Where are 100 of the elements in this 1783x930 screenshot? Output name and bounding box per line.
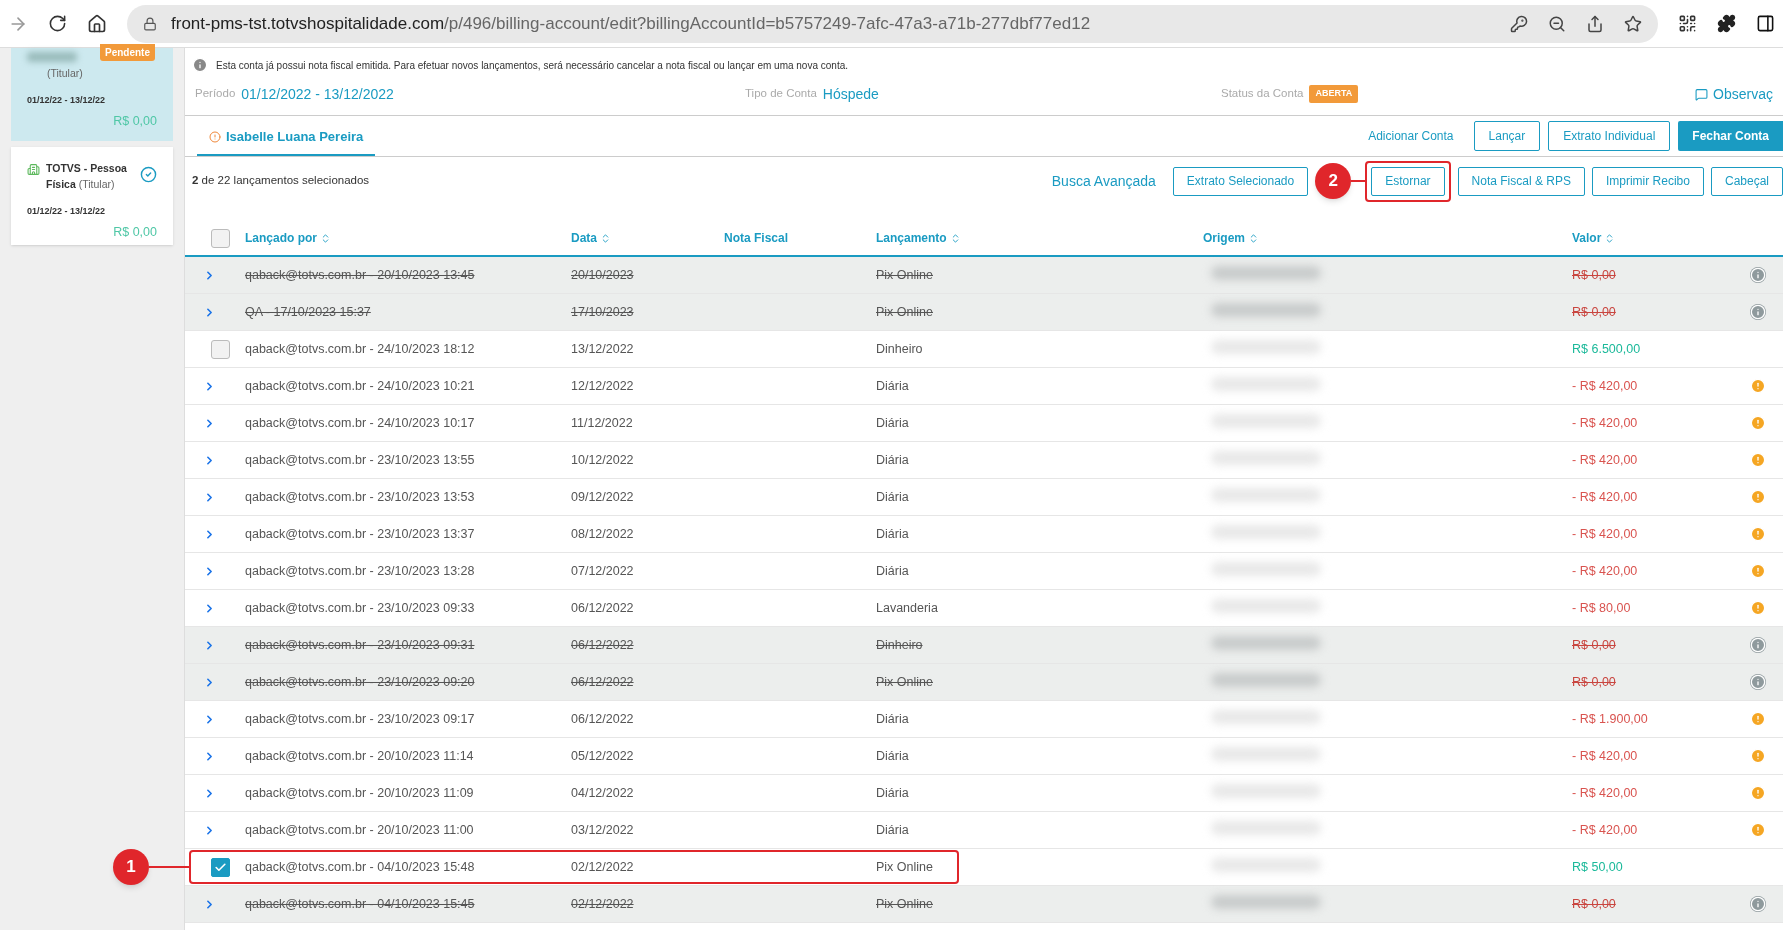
warning-icon[interactable]: [1750, 822, 1766, 838]
table-cell-text: Diária: [876, 821, 910, 839]
key-icon[interactable]: [1510, 14, 1528, 33]
table-cell-text: qaback@totvs.com.br - 23/10/2023 13:53: [245, 488, 476, 506]
column-header[interactable]: Origem: [1203, 229, 1572, 247]
table-cell-text: Pix Online: [876, 673, 934, 691]
warning-icon[interactable]: [1750, 785, 1766, 801]
table-cell-text: qaback@totvs.com.br - 24/10/2023 10:17: [245, 414, 476, 432]
warning-icon[interactable]: [1750, 563, 1766, 579]
table-cell-text: Pix Online: [876, 266, 934, 284]
column-header[interactable]: Lançamento: [876, 229, 1203, 247]
account-role: (Titular): [46, 66, 83, 81]
table-cell-text: qaback@totvs.com.br - 23/10/2023 13:28: [245, 562, 476, 580]
table-cell-text: qaback@totvs.com.br - 23/10/2023 13:37: [245, 525, 476, 543]
info-icon[interactable]: [1750, 896, 1766, 912]
close-account-button[interactable]: Fechar Conta: [1678, 121, 1783, 151]
info-icon[interactable]: [1750, 304, 1766, 320]
table-cell-text: Pix Online: [876, 303, 934, 321]
home-icon[interactable]: [87, 13, 107, 34]
star-icon[interactable]: [1624, 14, 1642, 33]
action-button[interactable]: Extrato Selecionado: [1172, 166, 1309, 196]
table-cell-text: 06/12/2022: [571, 710, 635, 728]
table-cell-text: Diária: [876, 747, 910, 765]
table-cell-text: 17/10/2023: [571, 303, 635, 321]
action-button[interactable]: Estornar: [1371, 166, 1445, 196]
info-icon: [192, 57, 208, 73]
table-cell-text: R$ 0,00: [1572, 266, 1617, 284]
table-cell-text: R$ 0,00: [1572, 303, 1617, 321]
side-panel-icon[interactable]: [1756, 14, 1775, 33]
tab[interactable]: Isabelle Luana Pereira: [197, 119, 376, 156]
check-icon: [213, 860, 227, 874]
url-text: front-pms-tst.totvshospitalidade.com/p/496/billing-account/edit?billingAccountId=b5757249-7afc-47a3-a71b-277dbf77ed12: [171, 12, 1091, 35]
table-cell-text: Lavanderia: [876, 599, 939, 617]
table-cell-text: - R$ 80,00: [1572, 599, 1632, 617]
action-button[interactable]: Imprimir Recibo: [1591, 166, 1704, 196]
summary-value: 01/12/2022 - 13/12/2022: [241, 84, 394, 104]
warning-icon[interactable]: [1750, 452, 1766, 468]
warning-icon[interactable]: [1750, 600, 1766, 616]
column-header[interactable]: Data: [571, 229, 724, 247]
table-cell-text: 05/12/2022: [571, 747, 635, 765]
comment-icon: [1695, 87, 1709, 101]
table-cell-text: 12/12/2022: [571, 377, 635, 395]
table-cell-text: 20/10/2023: [571, 266, 635, 284]
table-cell-text: 09/12/2022: [571, 488, 635, 506]
observations-link[interactable]: Observaç: [1713, 83, 1773, 105]
warning-icon[interactable]: [1750, 711, 1766, 727]
selection-count: 2 de 22 lançamentos selecionados: [192, 173, 370, 189]
table-cell-text: Pix Online: [876, 858, 934, 876]
warning-icon[interactable]: [1750, 415, 1766, 431]
add-account-link[interactable]: Adicionar Conta: [1368, 127, 1454, 145]
table-cell-text: qaback@totvs.com.br - 04/10/2023 15:45: [245, 895, 476, 913]
action-button[interactable]: Extrato Individual: [1548, 121, 1671, 151]
table-cell-text: Diária: [876, 451, 910, 469]
checkbox[interactable]: [210, 339, 230, 359]
reload-icon[interactable]: [48, 14, 67, 33]
warning-icon[interactable]: [1750, 526, 1766, 542]
status-badge: Pendente: [100, 44, 155, 61]
table-cell-text: qaback@totvs.com.br - 04/10/2023 15:48: [245, 858, 476, 876]
action-button[interactable]: Cabeçal: [1710, 166, 1783, 196]
table-cell-text: QA - 17/10/2023 15:37: [245, 303, 372, 321]
account-amount: R$ 0,00: [113, 224, 157, 241]
checkbox[interactable]: [210, 857, 230, 877]
info-icon[interactable]: [1750, 267, 1766, 283]
address-bar[interactable]: front-pms-tst.totvshospitalidade.com/p/496/billing-account/edit?billingAccountId=b5757249-7afc-47a3-a71b-277dbf77ed12: [127, 4, 1658, 43]
warning-icon[interactable]: [1750, 748, 1766, 764]
table-cell-text: qaback@totvs.com.br - 23/10/2023 09:17: [245, 710, 476, 728]
info-icon[interactable]: [1750, 637, 1766, 653]
table-cell-text: 10/12/2022: [571, 451, 635, 469]
account-card[interactable]: TOTVS - Pessoa Física (Titular) 01/12/22 - 13/12/22 R$ 0,00: [11, 147, 173, 245]
advanced-search-link[interactable]: Busca Avançada: [1051, 170, 1156, 192]
info-icon[interactable]: [1750, 674, 1766, 690]
checkbox[interactable]: [210, 228, 230, 248]
action-button[interactable]: Lançar: [1473, 121, 1541, 151]
action-button[interactable]: Nota Fiscal & RPS: [1457, 166, 1585, 196]
table-cell-text: qaback@totvs.com.br - 23/10/2023 09:31: [245, 636, 476, 654]
warning-icon[interactable]: [1750, 378, 1766, 394]
share-icon[interactable]: [1586, 14, 1604, 33]
table-cell-text: Dinheiro: [876, 340, 924, 358]
notice-text: Esta conta já possui nota fiscal emitida. Para efetuar novos lançamentos, será necessário cancelar a nota fiscal ou lançar em uma nova conta.: [216, 58, 848, 73]
table-cell-text: 02/12/2022: [571, 858, 635, 876]
column-header[interactable]: Lançado por: [245, 229, 571, 247]
table-cell-text: 13/12/2022: [571, 340, 635, 358]
status-badge: ABERTA: [1309, 85, 1359, 103]
column-header[interactable]: Valor: [1572, 229, 1742, 247]
account-dates: 01/12/22 - 13/12/22: [27, 93, 107, 107]
extensions-icon[interactable]: [1717, 14, 1736, 33]
table-cell-text: R$ 0,00: [1572, 636, 1617, 654]
zoom-out-icon[interactable]: [1548, 14, 1566, 33]
summary-label: Período: [195, 86, 236, 102]
column-header: Nota Fiscal: [724, 230, 790, 247]
account-dates: 01/12/22 - 13/12/22: [27, 204, 107, 218]
table-cell-text: Diária: [876, 488, 910, 506]
table-cell-text: - R$ 420,00: [1572, 525, 1639, 543]
table-cell-text: Diária: [876, 562, 910, 580]
warning-icon[interactable]: [1750, 489, 1766, 505]
table-cell-text: Diária: [876, 710, 910, 728]
qr-code-icon[interactable]: [1678, 14, 1697, 33]
table-cell-text: qaback@totvs.com.br - 20/10/2023 13:45: [245, 266, 476, 284]
table-cell-text: - R$ 420,00: [1572, 562, 1639, 580]
table-cell-text: - R$ 420,00: [1572, 488, 1639, 506]
